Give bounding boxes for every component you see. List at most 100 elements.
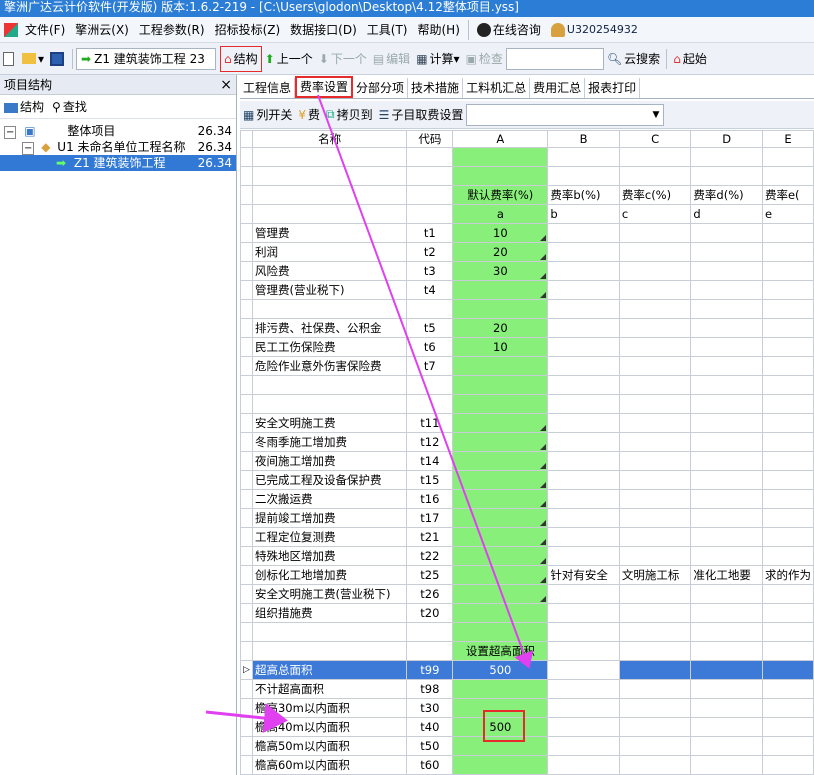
cell-a[interactable] [452, 489, 549, 509]
cell-c[interactable] [618, 603, 692, 623]
column-header[interactable]: E [761, 130, 814, 148]
cell-name[interactable]: 檐高30m以内面积 [251, 698, 408, 718]
cell-name[interactable]: 不计超高面积 [251, 679, 408, 699]
cell-b[interactable]: 费率b(%) [547, 185, 620, 205]
cell-d[interactable] [690, 432, 763, 452]
cell-name[interactable]: 排污费、社保费、公积金 [251, 318, 408, 338]
cell-c[interactable] [618, 299, 692, 319]
cell-name[interactable] [251, 375, 408, 395]
cell-c[interactable] [618, 166, 692, 186]
cell-e[interactable] [761, 223, 814, 243]
cell-b[interactable] [547, 546, 620, 566]
cell-a[interactable] [452, 413, 549, 433]
cell-c[interactable] [618, 546, 692, 566]
row-indicator[interactable] [240, 375, 253, 395]
row-indicator[interactable] [240, 166, 253, 186]
cell-b[interactable] [547, 299, 620, 319]
row-indicator[interactable] [240, 451, 253, 471]
cell-e[interactable] [761, 318, 814, 338]
cell-a[interactable] [452, 622, 549, 642]
cell-e[interactable] [761, 603, 814, 623]
cell-code[interactable]: t7 [406, 356, 454, 376]
row-indicator[interactable] [240, 432, 253, 452]
cell-e[interactable] [761, 280, 814, 300]
cell-a[interactable]: 10 [452, 223, 549, 243]
cell-d[interactable] [690, 660, 763, 680]
table-row[interactable]: 风险费 t3 30 [240, 261, 814, 281]
tab-sub-items[interactable]: 分部分项 [353, 78, 409, 98]
menu-help[interactable]: 帮助(H) [412, 17, 464, 43]
tree-node-unit-project[interactable]: − ◆ U1 未命名单位工程名称 26.34 [0, 139, 236, 155]
tab-labor-material-summary[interactable]: 工料机汇总 [463, 78, 531, 98]
cell-name[interactable]: 创标化工地增加费 [251, 565, 408, 585]
cell-c[interactable] [618, 242, 692, 262]
cell-name[interactable]: 夜间施工增加费 [251, 451, 408, 471]
cell-c[interactable] [618, 394, 692, 414]
cell-name[interactable] [251, 622, 408, 642]
cell-code[interactable]: t99 [406, 660, 454, 680]
row-indicator[interactable]: ▷ [240, 660, 253, 680]
row-indicator[interactable] [240, 185, 253, 205]
cell-e[interactable] [761, 394, 814, 414]
cell-name[interactable]: 二次搬运费 [251, 489, 408, 509]
row-indicator[interactable] [240, 565, 253, 585]
table-row[interactable]: 不计超高面积 t98 [240, 679, 814, 699]
cell-a[interactable] [452, 508, 549, 528]
table-row[interactable] [240, 375, 814, 395]
menu-file[interactable]: 文件(F) [20, 17, 70, 43]
tab-fee-summary[interactable]: 费用汇总 [530, 78, 586, 98]
start-button[interactable]: ⌂ 起始 [670, 46, 710, 72]
cell-code[interactable] [406, 166, 454, 186]
tree-node-whole-project[interactable]: − ▣ 整体项目 26.34 [0, 123, 236, 139]
cell-code[interactable]: t98 [406, 679, 454, 699]
row-indicator[interactable] [240, 356, 253, 376]
structure-button[interactable]: ⌂ 结构 [220, 45, 262, 72]
table-row[interactable]: 利润 t2 20 [240, 242, 814, 262]
cell-b[interactable] [547, 755, 620, 775]
cell-e[interactable] [761, 546, 814, 566]
cell-d[interactable] [690, 717, 763, 737]
cell-e[interactable] [761, 584, 814, 604]
row-indicator[interactable] [240, 280, 253, 300]
column-header[interactable]: A [452, 130, 549, 148]
table-row[interactable]: ▷ 超高总面积 t99 500 [240, 660, 814, 680]
cell-name[interactable]: 特殊地区增加费 [251, 546, 408, 566]
cell-b[interactable] [547, 356, 620, 376]
cell-d[interactable] [690, 546, 763, 566]
row-indicator[interactable] [240, 527, 253, 547]
row-indicator[interactable] [240, 698, 253, 718]
cell-b[interactable] [547, 660, 620, 680]
cell-e[interactable] [761, 660, 814, 680]
cell-c[interactable] [618, 337, 692, 357]
table-row[interactable]: 设置超高面积 [240, 641, 814, 661]
row-indicator[interactable] [240, 584, 253, 604]
row-indicator[interactable] [240, 622, 253, 642]
table-row[interactable]: 已完成工程及设备保护费 t15 [240, 470, 814, 490]
cell-b[interactable] [547, 451, 620, 471]
cell-e[interactable] [761, 299, 814, 319]
cell-d[interactable]: 费率d(%) [690, 185, 763, 205]
table-row[interactable]: 管理费 t1 10 [240, 223, 814, 243]
table-row[interactable]: 工程定位复测费 t21 [240, 527, 814, 547]
cell-b[interactable]: 针对有安全 [547, 565, 620, 585]
edit-button[interactable]: ▤ 编辑 [370, 46, 413, 72]
cell-e[interactable] [761, 337, 814, 357]
cell-name[interactable] [251, 299, 408, 319]
fee-button[interactable]: ¥ 费 [295, 102, 323, 128]
cell-d[interactable] [690, 736, 763, 756]
cell-name[interactable]: 安全文明施工费(营业税下) [251, 584, 408, 604]
table-row[interactable]: 民工工伤保险费 t6 10 [240, 337, 814, 357]
cell-b[interactable] [547, 432, 620, 452]
cell-d[interactable] [690, 375, 763, 395]
cell-code[interactable] [406, 622, 454, 642]
row-indicator[interactable] [240, 546, 253, 566]
tab-tech-measures[interactable]: 技术措施 [408, 78, 464, 98]
menu-cloud[interactable]: 擎洲云(X) [70, 17, 134, 43]
cell-code[interactable]: t3 [406, 261, 454, 281]
column-header[interactable]: 名称 [251, 130, 408, 148]
cell-d[interactable] [690, 470, 763, 490]
row-indicator[interactable] [240, 736, 253, 756]
open-folder-button[interactable]: ▾ [19, 46, 47, 72]
sub-item-fee-button[interactable]: ☰ 子目取费设置 [376, 102, 467, 128]
cell-c[interactable]: c [618, 204, 692, 224]
